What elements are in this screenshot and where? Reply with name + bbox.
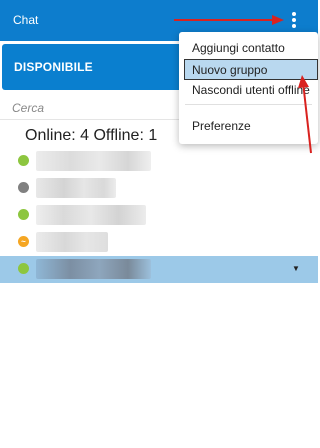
menu-item-hide-offline-users[interactable]: Nascondi utenti offline (179, 79, 318, 100)
status-label: DISPONIBILE (14, 60, 93, 74)
contact-item[interactable]: ~ (0, 229, 318, 256)
contact-item[interactable] (0, 148, 318, 175)
menu-item-add-contact[interactable]: Aggiungi contatto (179, 37, 318, 58)
redacted-contact-name (36, 151, 151, 171)
online-status-icon (18, 155, 29, 166)
vertical-ellipsis-icon[interactable] (289, 10, 299, 30)
redacted-contact-name (36, 259, 151, 279)
options-menu: Aggiungi contatto Nuovo gruppo Nascondi … (179, 32, 318, 144)
online-offline-counts: Online: 4 Offline: 1 (25, 127, 158, 144)
contact-list: ~ ▼ (0, 148, 318, 283)
redacted-contact-name (36, 205, 146, 225)
menu-divider (185, 104, 312, 105)
caret-down-icon[interactable]: ▼ (292, 264, 300, 273)
redacted-contact-name (36, 178, 116, 198)
redacted-contact-name (36, 232, 108, 252)
offline-status-icon (18, 182, 29, 193)
contact-item[interactable] (0, 175, 318, 202)
menu-item-preferences[interactable]: Preferenze (179, 115, 318, 136)
away-status-icon: ~ (18, 236, 29, 247)
contact-item[interactable] (0, 202, 318, 229)
chat-title: Chat (13, 13, 39, 27)
contact-item-selected[interactable]: ▼ (0, 256, 318, 283)
menu-item-new-group[interactable]: Nuovo gruppo (184, 59, 318, 80)
online-status-icon (18, 209, 29, 220)
away-glyph: ~ (21, 237, 26, 246)
online-status-icon (18, 263, 29, 274)
